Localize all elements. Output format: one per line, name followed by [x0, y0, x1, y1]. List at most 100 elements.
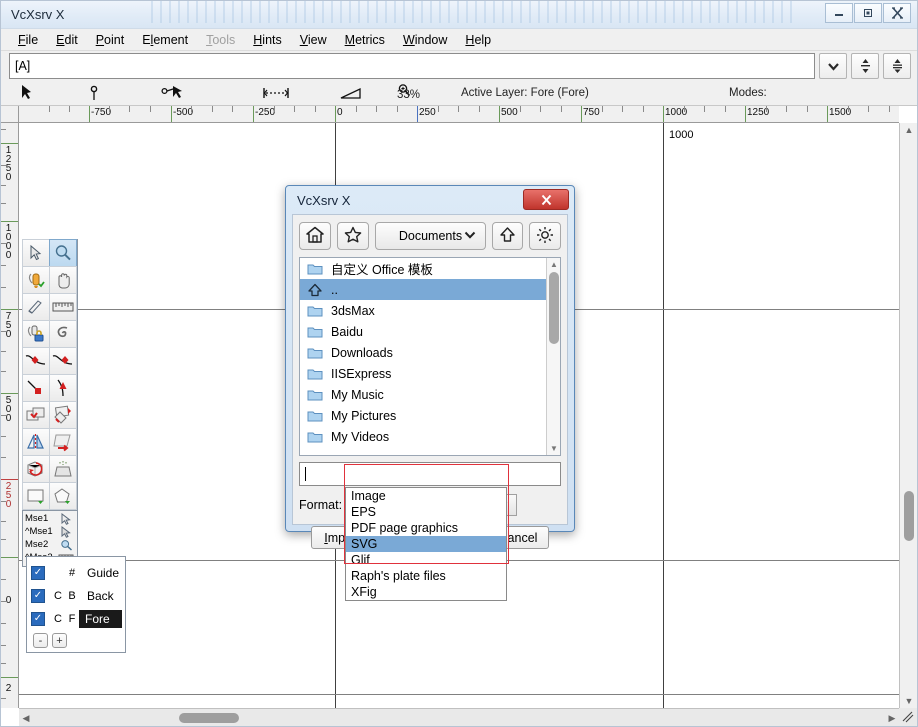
layer-fore-checkbox[interactable]: ✓: [31, 611, 45, 626]
layer-row-guide[interactable]: ✓ # Guide: [31, 561, 122, 584]
canvas-vertical-scrollbar[interactable]: ▲ ▼: [899, 123, 917, 708]
path-dropdown[interactable]: Documents: [375, 222, 486, 250]
close-button[interactable]: [883, 3, 911, 23]
menu-window[interactable]: Window: [394, 31, 456, 49]
tool-spiro[interactable]: [49, 320, 77, 348]
layer-fore-name[interactable]: Fore: [79, 609, 122, 628]
format-option-svg[interactable]: SVG: [346, 536, 506, 552]
tool-rotate[interactable]: [49, 401, 77, 429]
menu-edit[interactable]: Edit: [47, 31, 87, 49]
restore-button[interactable]: [854, 3, 882, 23]
menu-file[interactable]: File: [9, 31, 47, 49]
menu-help[interactable]: Help: [456, 31, 500, 49]
layer-row-fore[interactable]: ✓ C F Fore: [31, 607, 122, 630]
tool-freehand[interactable]: [22, 266, 50, 294]
list-item[interactable]: Downloads: [300, 342, 546, 363]
tool-pointer[interactable]: [22, 239, 50, 267]
folder-icon: [306, 387, 323, 402]
mse1-label: Mse1: [25, 513, 49, 524]
list-item[interactable]: Baidu: [300, 321, 546, 342]
tool-skew[interactable]: [49, 428, 77, 456]
tool-palette: Mse1 ^Mse1 Mse2: [22, 239, 78, 567]
control-point-indicator-icon: [161, 85, 183, 104]
list-item[interactable]: My Music: [300, 384, 546, 405]
tool-3d-rotate[interactable]: [22, 455, 50, 483]
vertical-scroll-thumb[interactable]: [904, 491, 914, 541]
tool-add-hvcurve-point[interactable]: [49, 347, 77, 375]
file-list-scroll-down-icon[interactable]: ▼: [547, 442, 560, 455]
glyph-name-field[interactable]: [A]: [9, 53, 815, 79]
remove-layer-button[interactable]: -: [33, 633, 48, 648]
filename-input[interactable]: [299, 462, 561, 486]
layer-back-flag: B: [68, 589, 76, 602]
menu-hints[interactable]: Hints: [244, 31, 290, 49]
file-list-scroll-thumb[interactable]: [549, 272, 559, 344]
tool-add-tangent-point[interactable]: [49, 374, 77, 402]
scroll-down-arrow-icon[interactable]: ▼: [900, 694, 918, 708]
list-item[interactable]: My Pictures: [300, 405, 546, 426]
format-option-raph[interactable]: Raph's plate files: [346, 568, 506, 584]
minimize-button[interactable]: [825, 3, 853, 23]
list-item[interactable]: ..: [300, 279, 546, 300]
list-item[interactable]: My Videos: [300, 426, 546, 447]
layer-guide-checkbox[interactable]: ✓: [31, 565, 45, 580]
format-option-xfig[interactable]: XFig: [346, 584, 506, 600]
scroll-left-arrow-icon[interactable]: ◀: [19, 709, 33, 727]
tool-scroll[interactable]: [49, 266, 77, 294]
tool-scale[interactable]: [22, 401, 50, 429]
dialog-close-button[interactable]: [523, 189, 569, 210]
prev-glyph-button[interactable]: [851, 53, 879, 79]
horizontal-scroll-thumb[interactable]: [179, 713, 239, 723]
tool-polygon[interactable]: [49, 482, 77, 510]
home-button[interactable]: [299, 222, 331, 250]
file-list-scroll-up-icon[interactable]: ▲: [547, 258, 560, 271]
add-layer-button[interactable]: +: [52, 633, 67, 648]
file-list-scrollbar[interactable]: ▲ ▼: [546, 258, 560, 455]
next-glyph-button[interactable]: [883, 53, 911, 79]
hruler-label-0: -750: [91, 107, 112, 118]
format-option-pdf[interactable]: PDF page graphics: [346, 520, 506, 536]
tool-add-corner-point[interactable]: [22, 374, 50, 402]
tool-magnify[interactable]: [49, 239, 77, 267]
tool-add-curve-point[interactable]: [22, 347, 50, 375]
list-item[interactable]: IISExpress: [300, 363, 546, 384]
tool-pen[interactable]: [22, 320, 50, 348]
star-icon: [344, 226, 362, 246]
tool-flip[interactable]: [22, 428, 50, 456]
tool-knife[interactable]: [22, 293, 50, 321]
settings-button[interactable]: [529, 222, 561, 250]
menu-metrics[interactable]: Metrics: [336, 31, 394, 49]
layer-row-back[interactable]: ✓ C B Back: [31, 584, 122, 607]
menu-view[interactable]: View: [291, 31, 336, 49]
layer-guide-name[interactable]: Guide: [79, 566, 122, 580]
glyph-list-dropdown-button[interactable]: [819, 53, 847, 79]
hruler-label-6: 750: [583, 107, 600, 118]
vruler-label-4: 250: [3, 481, 14, 508]
menu-point[interactable]: Point: [87, 31, 134, 49]
tool-perspective[interactable]: [49, 455, 77, 483]
format-options-popup[interactable]: Image EPS PDF page graphics SVG Glif Rap…: [345, 487, 507, 601]
vruler-label-2: 750: [3, 311, 14, 338]
layer-back-name[interactable]: Back: [79, 589, 122, 603]
tool-rectangle[interactable]: [22, 482, 50, 510]
arrow-cursor-alt-icon: [58, 525, 75, 538]
tool-ruler[interactable]: [49, 293, 77, 321]
scroll-right-arrow-icon[interactable]: ▶: [885, 709, 899, 727]
canvas-horizontal-scrollbar[interactable]: ◀ ▶: [19, 708, 899, 726]
bookmark-button[interactable]: [337, 222, 369, 250]
menu-element[interactable]: Element: [133, 31, 197, 49]
format-option-image[interactable]: Image: [346, 488, 506, 504]
scroll-up-arrow-icon[interactable]: ▲: [900, 123, 918, 137]
format-option-glif[interactable]: Glif: [346, 552, 506, 568]
layer-back-checkbox[interactable]: ✓: [31, 588, 45, 603]
file-list[interactable]: 自定义 Office 模板 .. 3dsMax Baidu Downloads …: [300, 258, 546, 455]
list-item[interactable]: 3dsMax: [300, 300, 546, 321]
list-item[interactable]: 自定义 Office 模板: [300, 258, 546, 279]
format-option-eps[interactable]: EPS: [346, 504, 506, 520]
folder-icon: [306, 345, 323, 360]
parent-directory-button[interactable]: [492, 222, 523, 250]
hruler-label-1: -500: [173, 107, 194, 118]
home-icon: [306, 226, 324, 246]
up-arrow-icon: [499, 226, 516, 246]
list-item-label: My Music: [331, 387, 384, 402]
